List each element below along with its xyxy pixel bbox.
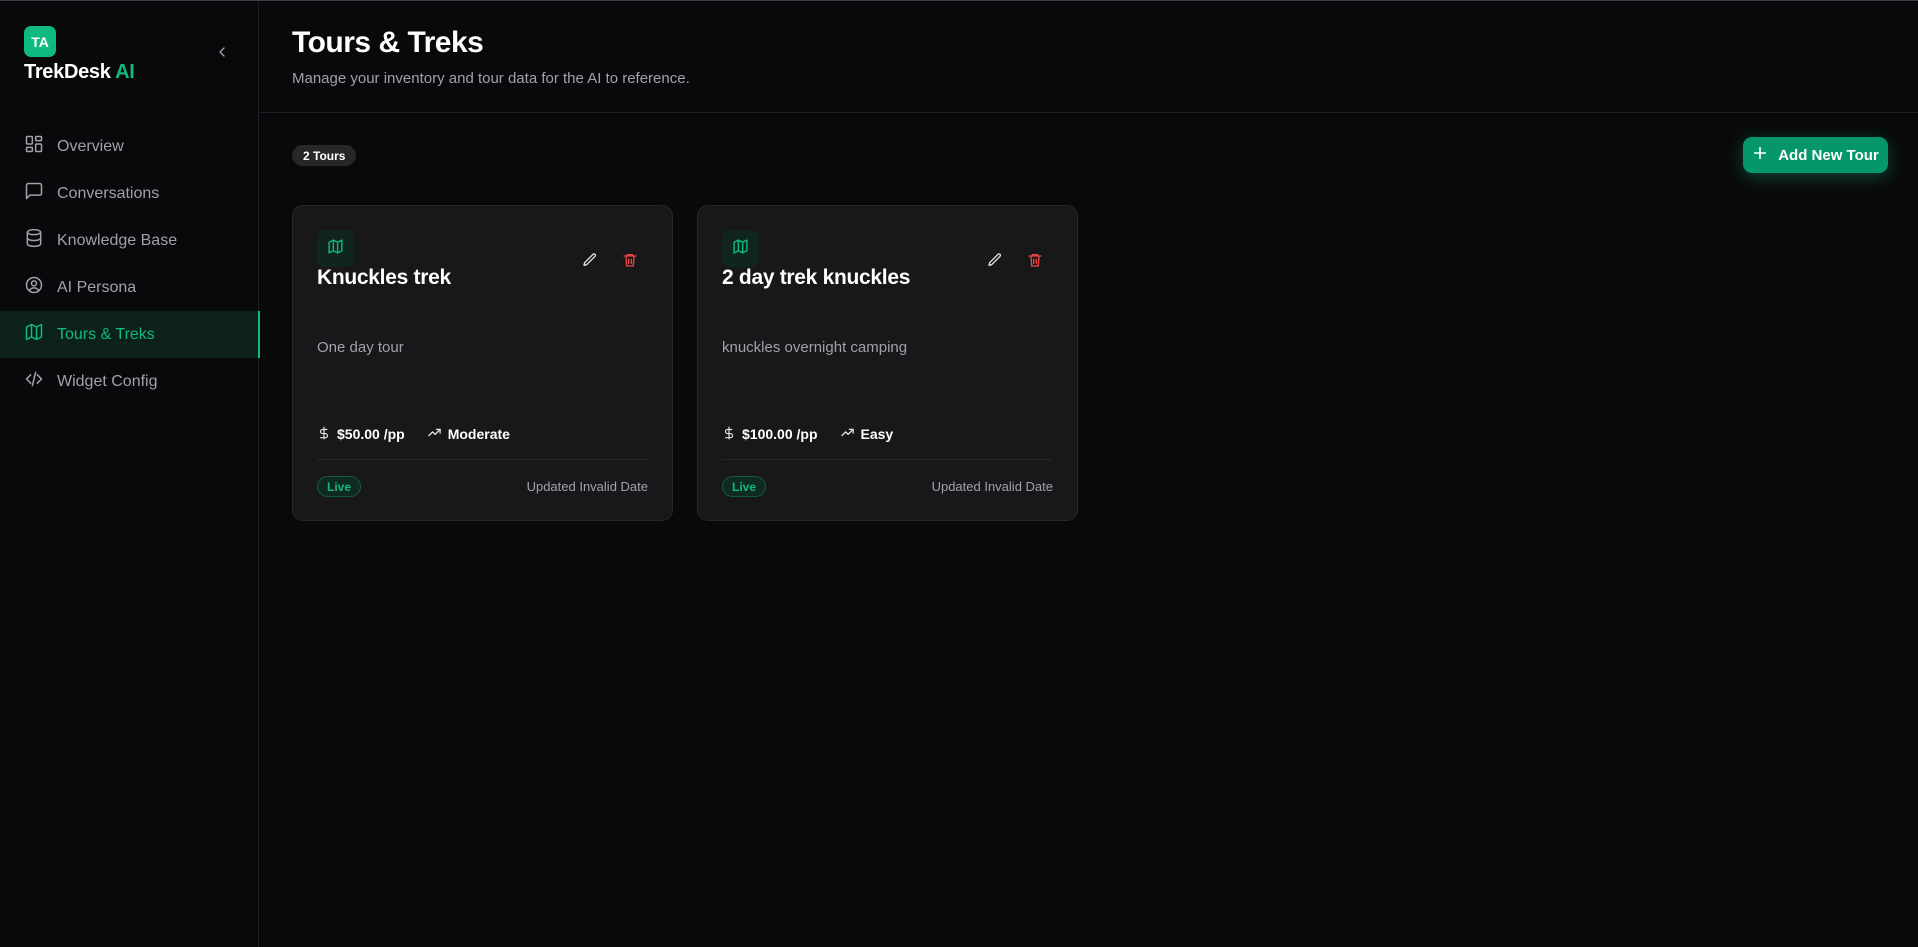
app-root: TA TrekDesk AI Overview Conversations Kn… <box>0 0 1918 947</box>
tour-count-badge: 2 Tours <box>292 145 357 166</box>
brand-name-main: TrekDesk <box>24 61 111 83</box>
dollar-icon <box>317 426 331 443</box>
sidebar-item-label: AI Persona <box>57 278 137 296</box>
trash-icon <box>622 252 638 273</box>
brand-logo-badge: TA <box>24 26 56 57</box>
tour-difficulty: Easy <box>840 425 894 443</box>
map-icon <box>327 238 344 260</box>
tour-map-icon-tile <box>317 230 354 267</box>
sidebar-nav: Overview Conversations Knowledge Base AI… <box>0 123 260 405</box>
tour-title: Knuckles trek <box>317 266 451 289</box>
user-circle-icon <box>24 275 44 300</box>
tour-description: One day tour <box>317 339 404 356</box>
card-divider <box>317 459 648 460</box>
tour-card[interactable]: 2 day trek knuckles knuckles overnight c… <box>697 205 1078 521</box>
sidebar-item-label: Widget Config <box>57 372 158 390</box>
sidebar-item-label: Overview <box>57 137 124 155</box>
plus-icon <box>1752 145 1768 165</box>
trending-up-icon <box>840 425 855 443</box>
database-icon <box>24 228 44 253</box>
tour-title: 2 day trek knuckles <box>722 266 911 289</box>
sidebar-item-conversations[interactable]: Conversations <box>0 170 259 217</box>
add-new-tour-label: Add New Tour <box>1778 146 1879 164</box>
add-new-tour-button[interactable]: Add New Tour <box>1743 137 1888 173</box>
tour-difficulty: Moderate <box>427 425 510 443</box>
sidebar-item-ai-persona[interactable]: AI Persona <box>0 264 259 311</box>
sidebar: TA TrekDesk AI Overview Conversations Kn… <box>0 2 260 947</box>
delete-tour-button[interactable] <box>617 249 643 275</box>
sidebar-collapse-button[interactable] <box>210 42 234 66</box>
sidebar-item-tours-treks[interactable]: Tours & Treks <box>0 311 260 358</box>
tour-updated-text: Updated Invalid Date <box>931 479 1053 494</box>
tour-price-value: $100.00 /pp <box>742 426 818 442</box>
sidebar-item-label: Tours & Treks <box>57 325 155 343</box>
tour-updated-text: Updated Invalid Date <box>526 479 648 494</box>
dollar-icon <box>722 426 736 443</box>
tour-price-value: $50.00 /pp <box>337 426 405 442</box>
card-divider <box>722 459 1053 460</box>
tour-description: knuckles overnight camping <box>722 339 908 356</box>
chevron-left-icon <box>214 44 230 65</box>
brand-name: TrekDesk AI <box>24 61 135 84</box>
sidebar-item-label: Knowledge Base <box>57 231 178 249</box>
sidebar-item-widget-config[interactable]: Widget Config <box>0 358 259 405</box>
tour-map-icon-tile <box>722 230 759 267</box>
edit-tour-button[interactable] <box>982 249 1008 275</box>
sidebar-item-knowledge-base[interactable]: Knowledge Base <box>0 217 259 264</box>
tour-card[interactable]: Knuckles trek One day tour $50.00 /pp Mo… <box>292 205 673 521</box>
edit-tour-button[interactable] <box>577 249 603 275</box>
page-header: Tours & Treks Manage your inventory and … <box>260 2 1918 113</box>
code-icon <box>24 369 44 394</box>
brand[interactable]: TA TrekDesk AI <box>24 26 135 84</box>
tour-difficulty-value: Moderate <box>447 426 510 442</box>
tour-difficulty-value: Easy <box>860 426 894 442</box>
pencil-icon <box>987 252 1003 273</box>
brand-name-accent: AI <box>115 61 135 83</box>
delete-tour-button[interactable] <box>1022 249 1048 275</box>
tour-price: $100.00 /pp <box>722 426 818 443</box>
sidebar-item-label: Conversations <box>57 184 160 202</box>
trash-icon <box>1027 252 1043 273</box>
trending-up-icon <box>427 425 442 443</box>
status-badge: Live <box>317 476 362 497</box>
tour-meta: $50.00 /pp Moderate <box>317 425 510 443</box>
tour-price: $50.00 /pp <box>317 426 405 443</box>
tour-meta: $100.00 /pp Easy <box>722 425 893 443</box>
map-icon <box>732 238 749 260</box>
page-subtitle: Manage your inventory and tour data for … <box>292 70 690 87</box>
pencil-icon <box>582 252 598 273</box>
page-title: Tours & Treks <box>292 26 484 59</box>
sidebar-item-overview[interactable]: Overview <box>0 123 259 170</box>
grid-icon <box>24 134 44 159</box>
chat-bubble-icon <box>24 181 44 206</box>
status-badge: Live <box>722 476 767 497</box>
map-icon <box>24 322 44 347</box>
